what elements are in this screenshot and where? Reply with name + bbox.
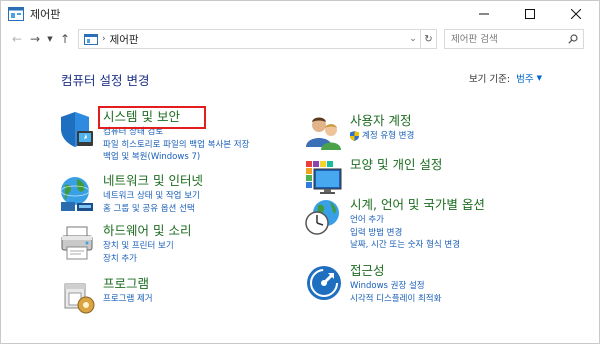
link-label: 계정 유형 변경: [362, 131, 415, 141]
search-icon: [568, 34, 578, 44]
globe-network-icon[interactable]: [57, 173, 97, 213]
close-icon: [571, 9, 581, 19]
link-file-history-backup[interactable]: 파일 히스토리로 파일의 백업 복사본 저장: [103, 139, 249, 152]
category-links: 언어 추가 입력 방법 변경 날짜, 시간 또는 숫자 형식 변경: [350, 214, 485, 252]
appearance-icon[interactable]: [304, 157, 344, 197]
category-title-appearance[interactable]: 모양 및 개인 설정: [350, 157, 442, 173]
highlight-box: [98, 106, 206, 129]
window-controls: [461, 1, 599, 27]
category-body: 모양 및 개인 설정: [350, 157, 442, 197]
category-links: Windows 권장 설정 시각적 디스플레이 최적화: [350, 280, 441, 305]
link-uninstall-program[interactable]: 프로그램 제거: [103, 293, 153, 306]
category-hardware-sound: 하드웨어 및 소리 장치 및 프린터 보기 장치 추가: [57, 223, 191, 265]
category-title-programs[interactable]: 프로그램: [103, 276, 153, 292]
category-body: 시계, 언어 및 국가별 옵션 언어 추가 입력 방법 변경 날짜, 시간 또는…: [350, 197, 485, 252]
address-bar[interactable]: › 제어판 ⌄: [78, 29, 421, 49]
link-windows-recommended-settings[interactable]: Windows 권장 설정: [350, 280, 441, 293]
minimize-icon: [479, 13, 489, 15]
minimize-button[interactable]: [461, 1, 507, 27]
category-body: 접근성 Windows 권장 설정 시각적 디스플레이 최적화: [350, 263, 441, 305]
link-add-device[interactable]: 장치 추가: [103, 253, 191, 266]
link-devices-printers[interactable]: 장치 및 프린터 보기: [103, 240, 191, 253]
caret-down-icon[interactable]: ▼: [537, 74, 542, 82]
ease-of-access-icon[interactable]: [304, 263, 344, 303]
link-change-input-method[interactable]: 입력 방법 변경: [350, 227, 485, 240]
arrow-right-icon: →: [29, 32, 41, 46]
users-icon[interactable]: [304, 113, 344, 153]
category-title-hardware-sound[interactable]: 하드웨어 및 소리: [103, 223, 191, 239]
address-dropdown-icon[interactable]: ⌄: [406, 34, 420, 44]
back-button[interactable]: ←: [8, 30, 26, 48]
category-links: 네트워크 상태 및 작업 보기 홈 그룹 및 공유 옵션 선택: [103, 190, 203, 215]
category-links: 장치 및 프린터 보기 장치 추가: [103, 240, 191, 265]
maximize-button[interactable]: [507, 1, 553, 27]
search-box[interactable]: [444, 29, 584, 49]
link-optimize-visual-display[interactable]: 시각적 디스플레이 최적화: [350, 293, 441, 306]
window-title: 제어판: [30, 8, 61, 21]
control-panel-window: 제어판 ← → ▼ ↑ › 제어판 ⌄ ↻ 제어판 검색 컴퓨터 설정 변경 보…: [0, 0, 600, 344]
title-bar[interactable]: 제어판: [1, 1, 599, 27]
category-links: 계정 유형 변경: [350, 130, 414, 143]
category-title-ease-of-access[interactable]: 접근성: [350, 263, 441, 279]
category-programs: 프로그램 프로그램 제거: [57, 276, 153, 316]
link-add-language[interactable]: 언어 추가: [350, 214, 485, 227]
category-appearance-personalization: 모양 및 개인 설정: [304, 157, 442, 197]
up-button[interactable]: ↑: [56, 30, 74, 48]
control-panel-app-icon: [8, 7, 24, 21]
category-title-network-internet[interactable]: 네트워크 및 인터넷: [103, 173, 203, 189]
search-input[interactable]: [451, 33, 561, 45]
category-user-accounts: 사용자 계정 계정 유형 변경: [304, 113, 414, 153]
link-network-status[interactable]: 네트워크 상태 및 작업 보기: [103, 190, 203, 203]
link-change-account-type[interactable]: 계정 유형 변경: [350, 130, 414, 143]
category-links: 프로그램 제거: [103, 293, 153, 306]
category-body: 네트워크 및 인터넷 네트워크 상태 및 작업 보기 홈 그룹 및 공유 옵션 …: [103, 173, 203, 215]
breadcrumb-chevron-icon[interactable]: ›: [102, 34, 106, 44]
programs-icon[interactable]: [57, 276, 97, 316]
printer-icon[interactable]: [57, 223, 97, 263]
category-body: 사용자 계정 계정 유형 변경: [350, 113, 414, 153]
link-homegroup-sharing[interactable]: 홈 그룹 및 공유 옵션 선택: [103, 203, 203, 216]
chevron-down-icon: ▼: [47, 35, 53, 43]
link-change-date-time-format[interactable]: 날짜, 시간 또는 숫자 형식 변경: [350, 239, 485, 252]
link-backup-restore[interactable]: 백업 및 복원(Windows 7): [103, 151, 249, 164]
control-panel-icon: [84, 33, 98, 45]
category-body: 하드웨어 및 소리 장치 및 프린터 보기 장치 추가: [103, 223, 191, 265]
recent-locations-button[interactable]: ▼: [44, 30, 56, 48]
view-by-dropdown[interactable]: 범주: [516, 71, 533, 85]
close-button[interactable]: [553, 1, 599, 27]
category-body: 프로그램 프로그램 제거: [103, 276, 153, 316]
category-links: 컴퓨터 상태 검토 파일 히스토리로 파일의 백업 복사본 저장 백업 및 복원…: [103, 126, 249, 164]
view-by: 보기 기준: 범주 ▼: [469, 71, 542, 85]
view-by-label: 보기 기준:: [468, 74, 511, 85]
category-ease-of-access: 접근성 Windows 권장 설정 시각적 디스플레이 최적화: [304, 263, 441, 305]
forward-button[interactable]: →: [26, 30, 44, 48]
page-heading: 컴퓨터 설정 변경: [61, 73, 150, 88]
maximize-icon: [525, 9, 535, 19]
navigation-bar: ← → ▼ ↑ › 제어판 ⌄ ↻: [1, 27, 599, 51]
category-title-user-accounts[interactable]: 사용자 계정: [350, 113, 414, 129]
category-title-clock-language[interactable]: 시계, 언어 및 국가별 옵션: [350, 197, 485, 213]
clock-globe-icon[interactable]: [304, 197, 344, 237]
uac-shield-icon: [350, 131, 359, 142]
refresh-button[interactable]: ↻: [421, 29, 437, 49]
category-network-internet: 네트워크 및 인터넷 네트워크 상태 및 작업 보기 홈 그룹 및 공유 옵션 …: [57, 173, 203, 215]
refresh-icon: ↻: [424, 33, 433, 45]
breadcrumb-control-panel[interactable]: 제어판: [110, 32, 139, 47]
shield-icon[interactable]: [57, 109, 97, 149]
arrow-left-icon: ←: [11, 32, 23, 46]
category-clock-language-region: 시계, 언어 및 국가별 옵션 언어 추가 입력 방법 변경 날짜, 시간 또는…: [304, 197, 485, 252]
arrow-up-icon: ↑: [59, 32, 71, 46]
